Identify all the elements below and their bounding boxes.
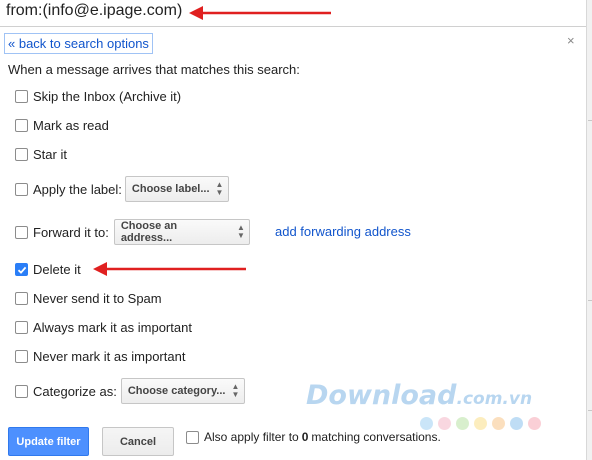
never-important-checkbox[interactable] — [15, 350, 28, 363]
choose-address-select[interactable]: Choose an address... ▲ ▼ — [113, 219, 250, 245]
watermark-domain: .com.vn — [456, 389, 533, 409]
watermark-dot — [474, 417, 487, 430]
edge-divider — [588, 300, 592, 301]
option-label: Star it — [33, 147, 67, 162]
option-label: Delete it — [33, 262, 81, 277]
page-scroll-edge — [586, 0, 592, 460]
also-apply-row[interactable]: Also apply filter to 0 matching conversa… — [186, 430, 441, 444]
mark-as-read-checkbox[interactable] — [15, 119, 28, 132]
matching-count: 0 — [301, 430, 309, 444]
also-apply-checkbox[interactable] — [186, 430, 199, 444]
checkmark-icon — [17, 266, 26, 274]
select-value: Choose category... — [127, 385, 226, 397]
option-always-important[interactable]: Always mark it as important — [15, 320, 192, 335]
watermark-dot — [420, 417, 433, 430]
also-apply-prefix: Also apply filter to — [204, 430, 299, 444]
add-forwarding-address-link[interactable]: add forwarding address — [275, 224, 411, 239]
skip-inbox-checkbox[interactable] — [15, 90, 28, 103]
annotation-arrow-icon — [93, 262, 246, 276]
option-label: Mark as read — [33, 118, 109, 133]
watermark-dot — [492, 417, 505, 430]
option-label: Apply the label: — [33, 181, 122, 197]
annotation-arrow-icon — [189, 6, 331, 20]
option-categorize[interactable]: Categorize as: Choose category... ▲ ▼ — [15, 378, 245, 404]
apply-label-checkbox[interactable] — [15, 182, 28, 196]
watermark-dot — [456, 417, 469, 430]
option-label: Categorize as: — [33, 383, 117, 399]
edge-divider — [588, 120, 592, 121]
select-arrows-icon: ▲ ▼ — [231, 382, 240, 399]
forward-checkbox[interactable] — [15, 225, 28, 239]
select-arrows-icon: ▲ ▼ — [236, 223, 245, 240]
option-never-spam[interactable]: Never send it to Spam — [15, 291, 162, 306]
select-value: Choose an address... — [120, 220, 178, 244]
watermark-dot — [528, 417, 541, 430]
star-it-checkbox[interactable] — [15, 148, 28, 161]
select-value: Choose label... — [131, 183, 210, 195]
watermark-dots — [420, 417, 541, 430]
option-label: Skip the Inbox (Archive it) — [33, 89, 182, 104]
watermark-logo: Download.com.vn — [306, 380, 532, 411]
delete-it-checkbox[interactable] — [15, 263, 28, 276]
categorize-checkbox[interactable] — [15, 384, 28, 398]
option-label: Never send it to Spam — [33, 291, 162, 306]
watermark-dot — [438, 417, 451, 430]
cancel-button[interactable]: Cancel — [102, 427, 174, 456]
filter-intro-text: When a message arrives that matches this… — [8, 62, 300, 77]
option-star-it[interactable]: Star it — [15, 147, 67, 162]
option-never-important[interactable]: Never mark it as important — [15, 349, 185, 364]
always-important-checkbox[interactable] — [15, 321, 28, 334]
option-label: Always mark it as important — [33, 320, 192, 335]
option-forward[interactable]: Forward it to: Choose an address... ▲ ▼ — [15, 219, 250, 245]
option-apply-label[interactable]: Apply the label: Choose label... ▲ ▼ — [15, 176, 229, 202]
also-apply-suffix: matching conversations. — [311, 430, 441, 444]
choose-label-select[interactable]: Choose label... ▲ ▼ — [124, 176, 229, 202]
close-icon[interactable]: × — [567, 33, 575, 48]
option-skip-inbox[interactable]: Skip the Inbox (Archive it) — [15, 89, 181, 104]
option-label: Forward it to: — [33, 224, 109, 240]
update-filter-button[interactable]: Update filter — [8, 427, 89, 456]
option-mark-as-read[interactable]: Mark as read — [15, 118, 109, 133]
never-spam-checkbox[interactable] — [15, 292, 28, 305]
select-arrows-icon: ▲ ▼ — [215, 180, 224, 197]
watermark-dot — [510, 417, 523, 430]
choose-category-select[interactable]: Choose category... ▲ ▼ — [120, 378, 245, 404]
option-label: Never mark it as important — [33, 349, 186, 364]
edge-divider — [588, 410, 592, 411]
back-to-search-options-link[interactable]: « back to search options — [4, 33, 153, 54]
watermark-brand: Download — [306, 380, 457, 411]
search-query[interactable]: from:(info@e.ipage.com) — [6, 2, 182, 20]
option-delete-it[interactable]: Delete it — [15, 262, 81, 277]
